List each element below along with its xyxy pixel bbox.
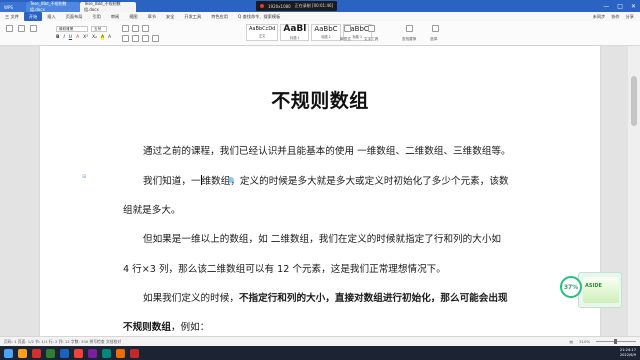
close-icon[interactable]: ✕ (631, 3, 636, 10)
style-normal[interactable]: AaBbCcDd 正文 (246, 24, 279, 41)
select-button[interactable]: 选择 (430, 37, 437, 42)
menu-file[interactable]: 三 文件 (0, 12, 24, 21)
align-center-icon[interactable] (132, 35, 139, 42)
menu-bar: 三 文件 开始 插入 页面布局 引用 审阅 视图 章节 安全 开发工具 特色应用… (0, 12, 640, 21)
zoom-level[interactable]: 210% (579, 339, 590, 344)
style-gallery: AaBbCcDd 正文 AaBl 标题 1 AaBbC 标题 2 AaBbC 标… (246, 24, 372, 41)
floating-widget[interactable]: ASIDE 37% (560, 272, 622, 310)
numbering-icon[interactable] (132, 25, 139, 32)
find-icon (406, 25, 413, 32)
ad-card[interactable]: ASIDE (578, 272, 622, 308)
title-bar: WPS Tese_0Bd_不规则数组.docx Tese_0Bd_不规则数组.d… (0, 0, 640, 12)
indent-icon[interactable] (142, 25, 149, 32)
paragraph-2-line-2: 组就是多大。 (123, 205, 181, 216)
italic-button[interactable]: I (63, 35, 64, 40)
font-color-button[interactable]: A (76, 35, 79, 40)
new-style-icon (344, 25, 351, 32)
sync-status[interactable]: 未同步 (593, 14, 606, 20)
subscript-button[interactable]: X₂ (92, 35, 97, 40)
find-replace-button[interactable]: 查找替换 (402, 37, 416, 42)
menu-features[interactable]: 特色应用 (206, 12, 233, 21)
justify-icon[interactable] (152, 35, 159, 42)
wps-icon[interactable] (32, 348, 41, 358)
style-heading-2[interactable]: AaBbC 标题 2 (311, 24, 341, 41)
paragraph-2-line-1: 我们知道，一维数组，定义的时候是多大就是多大或定义时初始化了多少个元素，该数 (143, 175, 509, 187)
collaborate-button[interactable]: 协作 (611, 14, 619, 20)
paragraph-1: 通过之前的课程，我们已经认识并且能基本的使用 一维数组、二维数组、三维数组等。 (143, 146, 511, 157)
recorder-status: 正在录制 [00:01:46] (294, 3, 334, 8)
underline-button[interactable]: U (69, 35, 72, 40)
paragraph-3-line-1: 但如果是一维以上的数组，如 二维数组，我们在定义的时候就指定了行和列的大小如 (143, 234, 502, 245)
align-right-icon[interactable] (142, 35, 149, 42)
status-info: 页码: 1 页面: 1/2 节: 1/1 行: 2 列: 12 字数: 330 … (4, 338, 122, 344)
font-size-select[interactable]: 五号 (91, 26, 107, 32)
view-mode-icon[interactable]: ▤ (570, 339, 574, 344)
paragraph-marker-icon[interactable]: ⊞ (82, 174, 86, 180)
start-icon[interactable] (4, 348, 13, 358)
menu-layout[interactable]: 页面布局 (61, 12, 88, 21)
highlight-button[interactable]: A (100, 35, 105, 40)
taskbar: 21:24:17 2022/6/9 (0, 346, 640, 360)
select-icon (432, 25, 439, 32)
share-button[interactable]: 分享 (626, 14, 634, 20)
menu-search[interactable]: Q 查找命令、搜索模板 (233, 12, 285, 21)
document-area: 不规则数组 通过之前的课程，我们已经认识并且能基本的使用 一维数组、二维数组、三… (0, 46, 640, 346)
menu-security[interactable]: 安全 (161, 12, 179, 21)
menu-references[interactable]: 引用 (87, 12, 105, 21)
document-page[interactable]: 不规则数组 通过之前的课程，我们已经认识并且能基本的使用 一维数组、二维数组、三… (40, 46, 600, 346)
cut-icon[interactable] (18, 25, 25, 32)
new-style-button[interactable]: 新样式 (340, 37, 351, 42)
app-icon-6[interactable] (116, 348, 125, 358)
system-clock[interactable]: 21:24:17 2022/6/9 (620, 348, 636, 358)
app-icon-3[interactable] (74, 348, 83, 358)
menu-section[interactable]: 章节 (143, 12, 161, 21)
menu-insert[interactable]: 插入 (42, 12, 60, 21)
scrollbar-thumb[interactable] (631, 76, 637, 126)
bullets-icon[interactable] (122, 25, 129, 32)
clear-format-button[interactable]: A (108, 35, 111, 40)
paste-icon[interactable] (6, 25, 13, 32)
app-icon-5[interactable] (102, 348, 111, 358)
style-heading-1[interactable]: AaBl 标题 1 (280, 24, 310, 41)
align-left-icon[interactable] (122, 35, 129, 42)
tab-document-active[interactable]: Tese_0Bd_不规则数组.docx (80, 1, 136, 12)
paragraph-4-line-2: 不规则数组，例如： (123, 322, 210, 333)
status-bar: 页码: 1 页面: 1/2 节: 1/1 行: 2 列: 12 字数: 330 … (0, 336, 640, 346)
ribbon-toolbar: 微软雅黑 五号 B I U A X² X₂ A A AaBbCcDd 正文 Aa… (0, 21, 640, 46)
recorder-icon[interactable] (130, 348, 139, 358)
tab-home[interactable]: WPS (0, 2, 26, 12)
vertical-scrollbar[interactable] (628, 46, 640, 346)
format-buttons: B I U A X² X₂ A A (56, 35, 111, 40)
ad-text: ASIDE (585, 283, 602, 289)
zoom-slider-knob[interactable] (614, 339, 617, 344)
menu-home[interactable]: 开始 (23, 12, 43, 21)
paragraph-4-line-1: 如果我们定义的时候，不指定行和列的大小，直接对数组进行初始化，那么可能会出现 (143, 293, 508, 304)
maximize-icon[interactable]: □ (617, 3, 623, 10)
menu-view[interactable]: 视图 (124, 12, 142, 21)
ad-image (583, 277, 619, 303)
explorer-icon[interactable] (18, 348, 27, 358)
menu-review[interactable]: 审阅 (106, 12, 124, 21)
app-icon-2[interactable] (60, 348, 69, 358)
zoom-slider[interactable] (596, 339, 636, 344)
format-painter-icon[interactable] (30, 25, 37, 32)
performance-percent[interactable]: 37% (560, 276, 582, 298)
record-dot-icon (260, 4, 264, 8)
text-tools-button[interactable]: 文字工具 (364, 37, 378, 42)
minimize-icon[interactable]: — (603, 3, 609, 10)
superscript-button[interactable]: X² (83, 35, 88, 40)
paragraph-3-line-2: 4 行×3 列，那么该二维数组可以有 12 个元素，这是我们正常理想情况下。 (123, 264, 446, 275)
app-icon-4[interactable] (88, 348, 97, 358)
font-name-select[interactable]: 微软雅黑 (56, 26, 88, 32)
document-title: 不规则数组 (271, 90, 369, 112)
tab-document[interactable]: Tese_0Bd_不规则数组.docx (26, 1, 80, 12)
mouse-cursor-icon (228, 177, 234, 183)
bold-button[interactable]: B (56, 35, 59, 40)
screen-recorder-bar[interactable]: 1920x1080 正在录制 [00:01:46] (256, 1, 338, 11)
app-icon-1[interactable] (46, 348, 55, 358)
recorder-resolution: 1920x1080 (268, 3, 291, 9)
menu-developer[interactable]: 开发工具 (179, 12, 206, 21)
text-tools-icon (368, 25, 375, 32)
